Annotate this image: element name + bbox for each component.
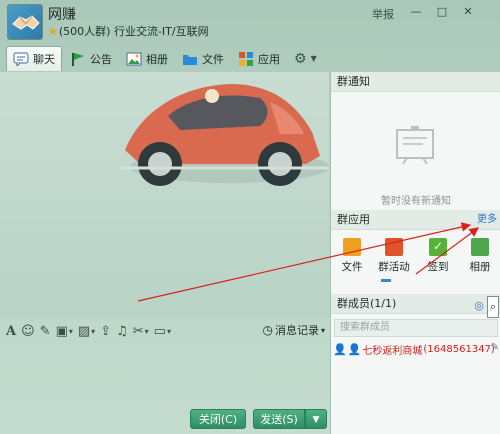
star-icon: ★ bbox=[48, 25, 58, 38]
chevron-down-icon: ▾ bbox=[320, 325, 325, 335]
message-input[interactable] bbox=[0, 344, 329, 404]
member-list-item[interactable]: 👤 👤 七秒返利商城 (1648561347) ✎ bbox=[331, 340, 500, 358]
app-file[interactable]: 文件 bbox=[333, 238, 371, 274]
tab-apps[interactable]: 应用 bbox=[232, 46, 286, 71]
notice-empty-state: 暂时没有新通知 bbox=[331, 92, 500, 210]
members-title: 群成员(1/1) bbox=[337, 297, 397, 310]
album-app-icon bbox=[471, 238, 489, 256]
group-avatar[interactable] bbox=[7, 4, 43, 40]
tab-label: 公告 bbox=[90, 52, 112, 66]
members-header-icons: ◎ ⌕ bbox=[474, 296, 499, 318]
flag-icon bbox=[72, 52, 84, 66]
minimize-button[interactable]: — bbox=[408, 6, 424, 18]
tab-label: 应用 bbox=[258, 52, 280, 66]
upload-icon[interactable]: ⇪ bbox=[100, 324, 111, 339]
apps-row: 文件 群活动 ✓ 签到 相册 bbox=[331, 230, 500, 278]
more-apps-link[interactable]: 更多 bbox=[477, 210, 497, 230]
app-album[interactable]: 相册 bbox=[461, 238, 499, 274]
tab-files[interactable]: 文件 bbox=[176, 46, 230, 71]
notice-board-icon bbox=[396, 126, 434, 164]
tab-label: 文件 bbox=[202, 52, 224, 66]
chevron-down-icon: ▼ bbox=[310, 54, 317, 63]
folder-icon bbox=[183, 54, 197, 65]
clock-icon: ◷ bbox=[262, 323, 273, 337]
emoji-icon[interactable]: ☺ bbox=[21, 324, 35, 339]
search-icon[interactable]: ⌕ bbox=[486, 296, 499, 318]
settings-menu[interactable]: ⚙ ▼ bbox=[288, 46, 323, 71]
app-label: 群活动 bbox=[378, 261, 410, 273]
magic-wand-icon[interactable]: ✎ bbox=[40, 324, 51, 339]
gift-icon[interactable]: ▣ ▾ bbox=[56, 324, 73, 339]
screen-icon[interactable]: ▭ ▾ bbox=[154, 324, 171, 339]
tab-notice[interactable]: 公告 bbox=[64, 46, 118, 71]
message-record-button[interactable]: ◷ 消息记录 ▾ bbox=[263, 322, 326, 338]
tab-bar: 聊天 公告 相册 文件 应用 ⚙ ▼ bbox=[0, 44, 500, 72]
send-button[interactable]: 发送(S) bbox=[253, 409, 305, 429]
group-chat-window: 网赚 ★(500人群) 行业交流-IT/互联网 举报 — □ ✕ 聊天 公告 相… bbox=[0, 0, 500, 434]
gear-icon: ⚙ bbox=[294, 50, 307, 67]
app-group-activity[interactable]: 群活动 bbox=[375, 238, 413, 274]
chat-bubble-icon[interactable]: ◎ bbox=[474, 296, 484, 318]
right-panel: 群通知 暂时没有新通知 群应用 更多 文件 群活动 ✓ 签到 相册 群成员(1/… bbox=[330, 72, 500, 434]
report-link[interactable]: 举报 bbox=[372, 6, 394, 22]
car-background-art bbox=[120, 84, 329, 186]
apps-icon bbox=[239, 51, 253, 66]
picture-icon bbox=[126, 52, 142, 65]
owner-icon: 👤 bbox=[333, 342, 347, 356]
member-id: (1648561347) bbox=[423, 343, 495, 355]
notice-title: 群通知 bbox=[337, 75, 370, 88]
member-name: 七秒返利商城 bbox=[362, 345, 423, 357]
notice-empty-text: 暂时没有新通知 bbox=[381, 196, 451, 207]
tab-label: 聊天 bbox=[33, 53, 55, 66]
file-app-icon bbox=[343, 238, 361, 256]
apps-page-indicator[interactable] bbox=[381, 279, 391, 282]
input-toolbar: A ☺ ✎ ▣ ▾ ▨ ▾ ⇪ ♫ ✂ ▾ ▭ ▾ ◷ 消息记录 ▾ bbox=[0, 318, 329, 344]
font-icon[interactable]: A bbox=[6, 324, 16, 339]
apps-title: 群应用 bbox=[337, 213, 370, 226]
app-checkin[interactable]: ✓ 签到 bbox=[419, 238, 457, 274]
checkin-app-icon: ✓ bbox=[429, 238, 447, 256]
member-avatar-icon: 👤 bbox=[347, 342, 362, 356]
edit-icon[interactable]: ✎ bbox=[491, 342, 499, 353]
maximize-button[interactable]: □ bbox=[434, 6, 450, 18]
music-icon[interactable]: ♫ bbox=[116, 324, 128, 339]
chevron-down-icon: ▼ bbox=[312, 415, 320, 425]
app-label: 文件 bbox=[341, 261, 363, 273]
group-category: (500人群) 行业交流-IT/互联网 bbox=[58, 25, 209, 38]
tab-chat[interactable]: 聊天 bbox=[6, 46, 62, 71]
group-name: 网赚 bbox=[48, 7, 76, 23]
member-search-input[interactable]: 搜索群成员 bbox=[334, 319, 498, 337]
close-button[interactable]: 关闭(C) bbox=[190, 409, 246, 429]
notice-header: 群通知 bbox=[331, 72, 500, 92]
message-area[interactable] bbox=[0, 72, 329, 317]
app-label: 相册 bbox=[469, 261, 491, 273]
group-description: ★(500人群) 行业交流-IT/互联网 bbox=[48, 23, 209, 39]
tab-label: 相册 bbox=[146, 52, 168, 66]
apps-header: 群应用 更多 bbox=[331, 210, 500, 230]
title-bar: 网赚 ★(500人群) 行业交流-IT/互联网 举报 — □ ✕ bbox=[0, 0, 500, 44]
app-label: 签到 bbox=[427, 261, 449, 273]
flag-app-icon bbox=[385, 238, 403, 256]
handshake-icon bbox=[12, 15, 40, 30]
close-window-button[interactable]: ✕ bbox=[460, 6, 476, 18]
scissors-icon[interactable]: ✂ ▾ bbox=[133, 324, 149, 339]
message-record-label: 消息记录 bbox=[274, 324, 319, 337]
send-options-dropdown[interactable]: ▼ bbox=[305, 409, 327, 429]
image-icon[interactable]: ▨ ▾ bbox=[78, 324, 95, 339]
members-header: 群成员(1/1) ◎ ⌕ bbox=[331, 294, 500, 318]
tab-album[interactable]: 相册 bbox=[120, 46, 174, 71]
chat-icon bbox=[13, 52, 29, 66]
